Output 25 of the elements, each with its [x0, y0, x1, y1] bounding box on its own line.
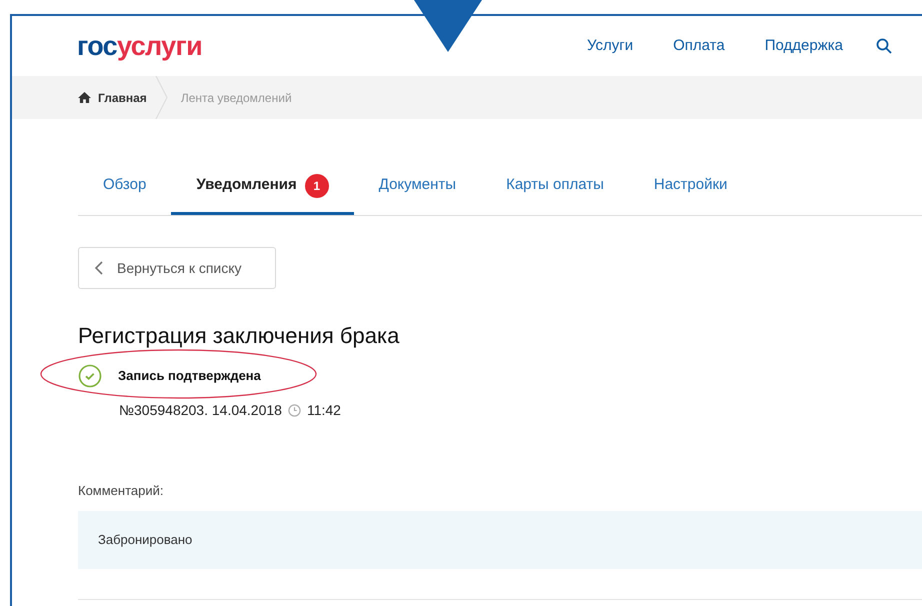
clock-icon [288, 404, 301, 417]
comment-label: Комментарий: [78, 482, 164, 500]
tab[interactable]: Уведомления 1 [171, 159, 354, 215]
breadcrumb-separator [154, 76, 169, 119]
nav-link[interactable]: Услуги [586, 34, 634, 58]
search-icon[interactable] [876, 38, 892, 54]
status-text: Запись подтверждена [118, 367, 261, 386]
back-button[interactable]: Вернуться к списку [78, 247, 276, 289]
breadcrumb-current: Лента уведомлений [180, 90, 292, 106]
check-circle-icon [78, 364, 102, 388]
tab[interactable]: Обзор [78, 159, 172, 215]
home-icon [78, 92, 91, 103]
record-number-date: №305948203. 14.04.2018 [119, 401, 282, 420]
count-badge: 1 [304, 174, 329, 198]
logo[interactable]: госуслуги [77, 32, 202, 60]
record-time: 11:42 [306, 401, 341, 420]
tab[interactable]: Карты оплаты [481, 159, 629, 215]
tab[interactable]: Настройки [628, 159, 752, 215]
breadcrumb-link[interactable]: Главная [98, 88, 147, 106]
tab[interactable]: Документы [354, 159, 482, 215]
notification-title: Регистрация заключения брака [78, 322, 400, 350]
nav-link[interactable]: Поддержка [764, 34, 843, 58]
chevron-left-icon [95, 261, 103, 275]
comment-text: Забронировано [98, 530, 192, 549]
nav-link[interactable]: Оплата [673, 34, 725, 58]
